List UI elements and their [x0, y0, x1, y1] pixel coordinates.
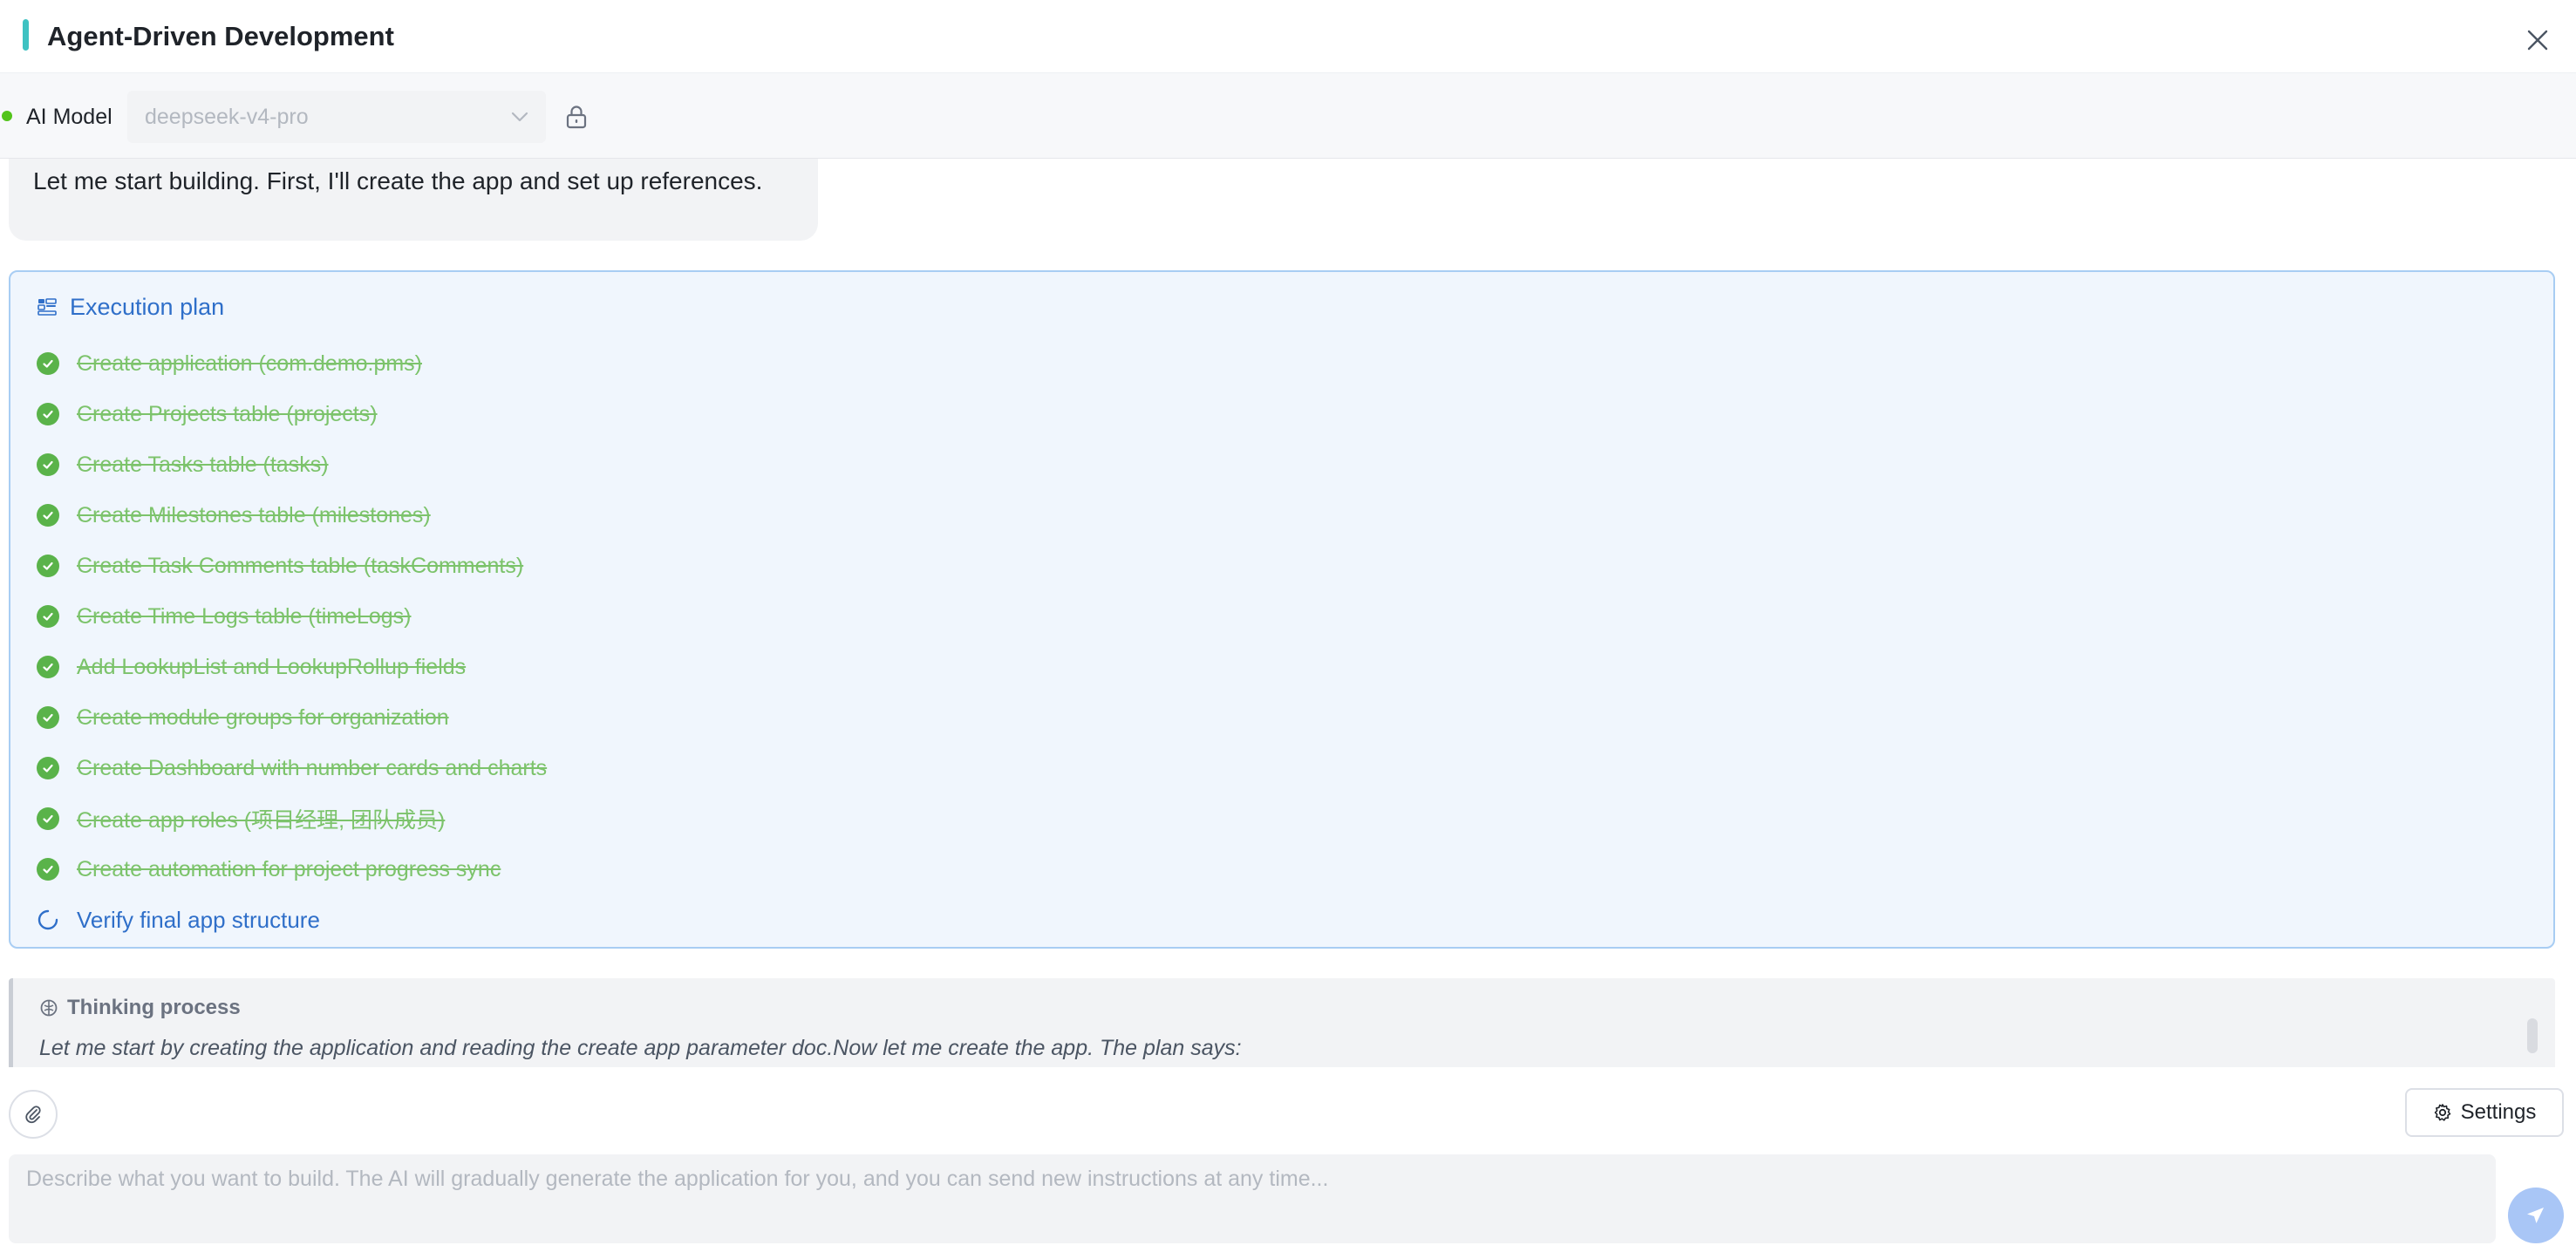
loading-spinner-icon — [37, 909, 58, 930]
send-icon — [2527, 1208, 2544, 1223]
plan-icon — [37, 298, 57, 316]
close-icon — [2527, 30, 2548, 51]
settings-label: Settings — [2460, 1100, 2537, 1124]
conversation-area[interactable]: Let me start building. First, I'll creat… — [0, 159, 2576, 1067]
brain-icon — [40, 999, 58, 1017]
paperclip-icon — [25, 1106, 41, 1124]
execution-plan-title: Execution plan — [70, 293, 225, 320]
plan-steps-list: Create application (com.demo.pms) Create… — [37, 338, 547, 945]
check-circle-icon — [37, 605, 59, 628]
execution-plan-header: Execution plan — [37, 291, 224, 323]
execution-plan-card: Execution plan Create application (com.d… — [9, 270, 2555, 949]
assistant-message: Let me start building. First, I'll creat… — [9, 159, 818, 241]
plan-step: Create Dashboard with number cards and c… — [37, 743, 547, 793]
plan-step-label: Create module groups for organization — [77, 704, 449, 730]
check-circle-icon — [37, 453, 59, 476]
assistant-message-text: Let me start building. First, I'll creat… — [33, 167, 763, 194]
model-select-value: deepseek-v4-pro — [145, 105, 309, 129]
plan-step: Create app roles (项目经理, 团队成员) — [37, 793, 547, 844]
plan-step-label: Create app roles (项目经理, 团队成员) — [77, 808, 446, 833]
check-circle-icon — [37, 807, 59, 830]
app-window: Agent-Driven Development AI Model deepse… — [0, 0, 2576, 1259]
plan-step-label: Create Projects table (projects) — [77, 401, 378, 426]
attach-button[interactable] — [9, 1090, 58, 1139]
plan-step: Create application (com.demo.pms) — [37, 338, 547, 389]
send-button[interactable] — [2508, 1188, 2564, 1243]
prompt-input[interactable] — [9, 1154, 2496, 1243]
plan-step-label: Create Milestones table (milestones) — [77, 502, 431, 527]
plan-step-label: Verify final app structure — [77, 906, 320, 933]
plan-step-active: Verify final app structure — [37, 895, 547, 945]
check-circle-icon — [37, 403, 59, 425]
check-circle-icon — [37, 858, 59, 881]
plan-step: Create Time Logs table (timeLogs) — [37, 591, 547, 642]
close-button[interactable] — [2522, 24, 2553, 56]
model-status-dot — [2, 111, 12, 121]
thinking-process-header: Thinking process — [39, 996, 241, 1020]
model-bar: AI Model deepseek-v4-pro — [0, 73, 2576, 159]
check-circle-icon — [37, 555, 59, 577]
dialog-title: Agent-Driven Development — [47, 21, 394, 51]
plan-step-label: Add LookupList and LookupRollup fields — [77, 654, 467, 679]
lock-icon[interactable] — [565, 105, 588, 129]
plan-step-label: Create automation for project progress s… — [77, 856, 501, 881]
plan-step: Create Projects table (projects) — [37, 389, 547, 439]
check-circle-icon — [37, 757, 59, 779]
plan-step: Add LookupList and LookupRollup fields — [37, 642, 547, 692]
plan-step-label: Create Dashboard with number cards and c… — [77, 755, 548, 780]
thinking-scrollbar[interactable] — [2527, 1018, 2538, 1053]
composer-area: Settings — [0, 1067, 2576, 1259]
thinking-process-panel[interactable]: Thinking process Let me start by creatin… — [9, 978, 2555, 1067]
thinking-process-title: Thinking process — [67, 996, 241, 1019]
model-select[interactable]: deepseek-v4-pro — [127, 91, 546, 143]
plan-step-label: Create Tasks table (tasks) — [77, 452, 329, 477]
plan-step: Create Tasks table (tasks) — [37, 439, 547, 490]
check-circle-icon — [37, 706, 59, 729]
plan-step: Create automation for project progress s… — [37, 844, 547, 895]
check-circle-icon — [37, 656, 59, 678]
check-circle-icon — [37, 504, 59, 527]
title-accent-bar — [23, 19, 29, 51]
plan-step: Create Milestones table (milestones) — [37, 490, 547, 541]
chevron-down-icon — [511, 112, 528, 122]
plan-step: Create Task Comments table (taskComments… — [37, 541, 547, 591]
thinking-process-text: Let me start by creating the application… — [39, 1036, 1242, 1060]
gear-icon — [2434, 1104, 2450, 1121]
check-circle-icon — [37, 352, 59, 375]
dialog-header: Agent-Driven Development — [0, 0, 2576, 73]
plan-step-label: Create Task Comments table (taskComments… — [77, 553, 524, 578]
plan-step: Create module groups for organization — [37, 692, 547, 743]
plan-step-label: Create application (com.demo.pms) — [77, 350, 422, 376]
model-label: AI Model — [26, 105, 112, 129]
plan-step-label: Create Time Logs table (timeLogs) — [77, 603, 412, 629]
settings-button[interactable]: Settings — [2405, 1088, 2564, 1137]
